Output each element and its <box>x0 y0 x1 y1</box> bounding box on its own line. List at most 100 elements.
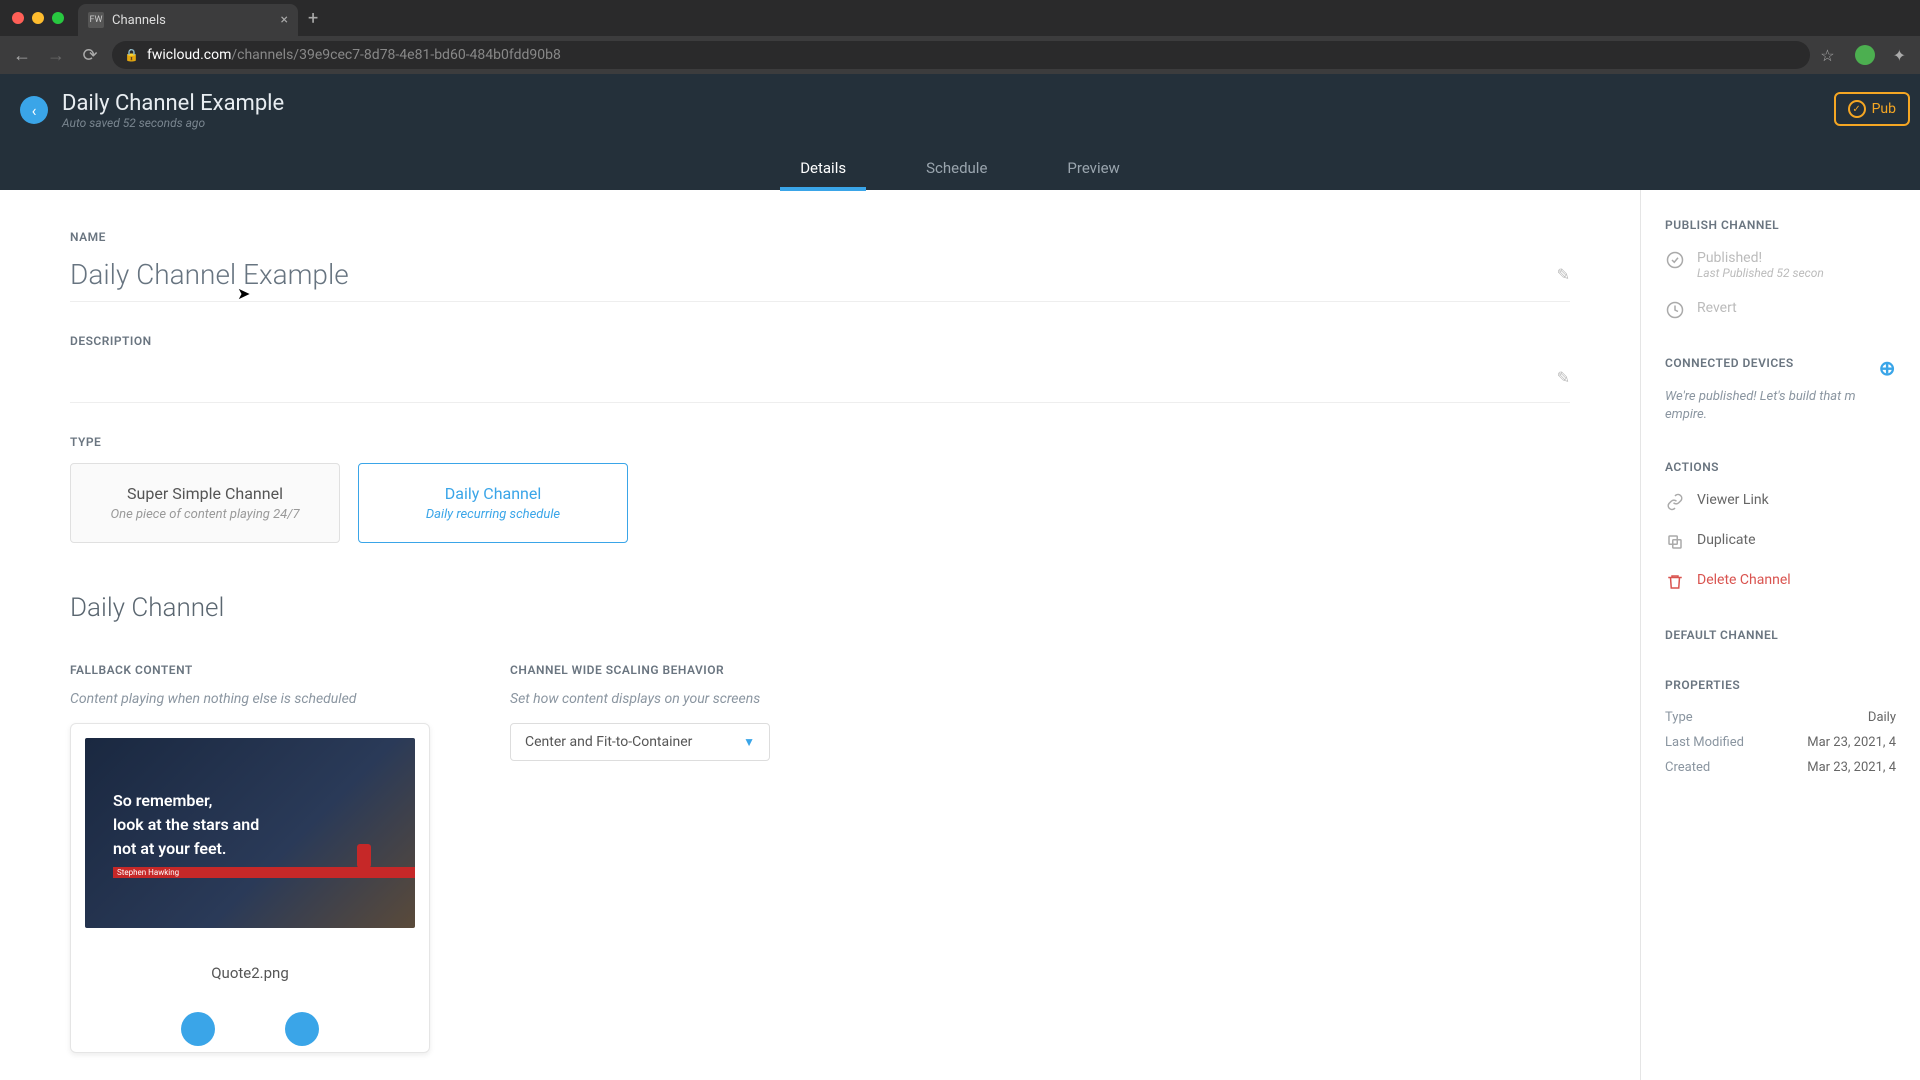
type-label: TYPE <box>70 435 1570 449</box>
app-header: ‹ Daily Channel Example Auto saved 52 se… <box>0 74 1920 146</box>
back-button[interactable]: ← <box>10 45 34 66</box>
prop-val: Mar 23, 2021, 4 <box>1807 760 1896 775</box>
publish-section-label: PUBLISH CHANNEL <box>1665 218 1896 232</box>
fallback-thumbnail: So remember, look at the stars and not a… <box>85 738 415 928</box>
close-window[interactable] <box>12 12 24 24</box>
duplicate-label: Duplicate <box>1697 532 1756 548</box>
tab-preview[interactable]: Preview <box>1067 147 1119 189</box>
quote-line: So remember, <box>113 789 415 813</box>
edit-icon[interactable]: ✎ <box>1557 265 1570 284</box>
tab-favicon: FW <box>88 12 104 28</box>
property-row: Created Mar 23, 2021, 4 <box>1665 760 1896 775</box>
right-sidebar: PUBLISH CHANNEL Published! Last Publishe… <box>1640 190 1920 1080</box>
fallback-label: FALLBACK CONTENT <box>70 663 430 677</box>
extension-icon[interactable] <box>1855 45 1875 65</box>
type-selector: Super Simple Channel One piece of conten… <box>70 463 1570 543</box>
window-controls <box>12 12 64 24</box>
viewer-link-action[interactable]: Viewer Link <box>1665 492 1896 512</box>
scaling-column: CHANNEL WIDE SCALING BEHAVIOR Set how co… <box>510 663 770 1053</box>
publish-button[interactable]: ✓ Pub <box>1834 92 1910 126</box>
url-path: /channels/39e9cec7-8d78-4e81-bd60-484b0f… <box>231 47 561 63</box>
main-area: NAME Daily Channel Example ✎ DESCRIPTION… <box>0 190 1920 1080</box>
check-circle-icon <box>1665 250 1685 270</box>
fallback-column: FALLBACK CONTENT Content playing when no… <box>70 663 430 1053</box>
chevron-down-icon: ▼ <box>743 735 755 749</box>
scaling-label: CHANNEL WIDE SCALING BEHAVIOR <box>510 663 770 677</box>
forward-button[interactable]: → <box>44 45 68 66</box>
type-card-sub: Daily recurring schedule <box>383 507 603 522</box>
type-card-sub: One piece of content playing 24/7 <box>95 507 315 522</box>
delete-action[interactable]: Delete Channel <box>1665 572 1896 592</box>
link-icon <box>1665 492 1685 512</box>
type-card-daily[interactable]: Daily Channel Daily recurring schedule <box>358 463 628 543</box>
revert-label: Revert <box>1697 300 1737 316</box>
lock-icon: 🔒 <box>124 48 139 62</box>
action-button[interactable] <box>181 1012 215 1046</box>
revert-icon <box>1665 300 1685 320</box>
type-card-title: Super Simple Channel <box>95 484 315 503</box>
section-heading: Daily Channel <box>70 593 1570 623</box>
property-row: Last Modified Mar 23, 2021, 4 <box>1665 735 1896 750</box>
delete-label: Delete Channel <box>1697 572 1791 588</box>
published-status[interactable]: Published! Last Published 52 secon <box>1665 250 1896 280</box>
new-tab-button[interactable]: + <box>308 8 318 29</box>
devices-message: We're published! Let's build that m empi… <box>1665 388 1896 424</box>
fallback-content-card[interactable]: So remember, look at the stars and not a… <box>70 723 430 1053</box>
edit-icon[interactable]: ✎ <box>1557 368 1570 387</box>
name-input[interactable]: Daily Channel Example <box>70 258 1557 291</box>
browser-toolbar: ← → ⟳ 🔒 fwicloud.com/channels/39e9cec7-8… <box>0 36 1920 74</box>
tab-schedule[interactable]: Schedule <box>926 147 987 189</box>
quote-line: look at the stars and <box>113 813 415 837</box>
autosave-status: Auto saved 52 seconds ago <box>62 116 284 130</box>
tabs-nav: Details Schedule Preview <box>0 146 1920 190</box>
default-channel-label: DEFAULT CHANNEL <box>1665 628 1896 642</box>
scaling-select[interactable]: Center and Fit-to-Container ▼ <box>510 723 770 761</box>
actions-section-label: ACTIONS <box>1665 460 1896 474</box>
fallback-filename: Quote2.png <box>71 942 429 1012</box>
minimize-window[interactable] <box>32 12 44 24</box>
figure-silhouette <box>357 844 371 868</box>
browser-tab[interactable]: FW Channels × <box>78 4 298 36</box>
content-pane: NAME Daily Channel Example ✎ DESCRIPTION… <box>0 190 1640 1080</box>
duplicate-icon <box>1665 532 1685 552</box>
description-input[interactable] <box>70 362 1557 392</box>
url-domain: fwicloud.com <box>147 47 231 63</box>
action-button[interactable] <box>285 1012 319 1046</box>
bookmark-icon[interactable]: ☆ <box>1820 46 1834 65</box>
prop-key: Type <box>1665 710 1693 725</box>
close-tab-icon[interactable]: × <box>281 12 288 28</box>
devices-section-label: CONNECTED DEVICES ⊕ <box>1665 356 1896 370</box>
address-bar[interactable]: 🔒 fwicloud.com/channels/39e9cec7-8d78-4e… <box>112 41 1810 69</box>
extensions-menu-icon[interactable]: ✦ <box>1893 46 1906 65</box>
add-device-icon[interactable]: ⊕ <box>1879 356 1896 380</box>
property-row: Type Daily <box>1665 710 1896 725</box>
duplicate-action[interactable]: Duplicate <box>1665 532 1896 552</box>
description-field-row: ✎ <box>70 362 1570 403</box>
check-circle-icon: ✓ <box>1848 100 1866 118</box>
prop-key: Created <box>1665 760 1710 775</box>
scaling-value: Center and Fit-to-Container <box>525 734 692 750</box>
name-field-row: Daily Channel Example ✎ <box>70 258 1570 302</box>
description-label: DESCRIPTION <box>70 334 1570 348</box>
fallback-actions <box>71 1012 429 1052</box>
page-title: Daily Channel Example <box>62 91 284 116</box>
prop-val: Mar 23, 2021, 4 <box>1807 735 1896 750</box>
tab-title: Channels <box>112 13 273 28</box>
fallback-hint: Content playing when nothing else is sch… <box>70 691 430 707</box>
revert-action[interactable]: Revert <box>1665 300 1896 320</box>
publish-label: Pub <box>1872 101 1896 117</box>
reload-button[interactable]: ⟳ <box>78 45 102 66</box>
tab-details[interactable]: Details <box>800 147 846 189</box>
trash-icon <box>1665 572 1685 592</box>
prop-val: Daily <box>1868 710 1896 725</box>
properties-label: PROPERTIES <box>1665 678 1896 692</box>
back-circle-button[interactable]: ‹ <box>20 96 48 124</box>
maximize-window[interactable] <box>52 12 64 24</box>
prop-key: Last Modified <box>1665 735 1744 750</box>
quote-attribution: Stephen Hawking <box>113 867 415 878</box>
viewer-link-label: Viewer Link <box>1697 492 1769 508</box>
name-label: NAME <box>70 230 1570 244</box>
published-sub: Last Published 52 secon <box>1697 266 1824 280</box>
type-card-simple[interactable]: Super Simple Channel One piece of conten… <box>70 463 340 543</box>
scaling-hint: Set how content displays on your screens <box>510 691 770 707</box>
